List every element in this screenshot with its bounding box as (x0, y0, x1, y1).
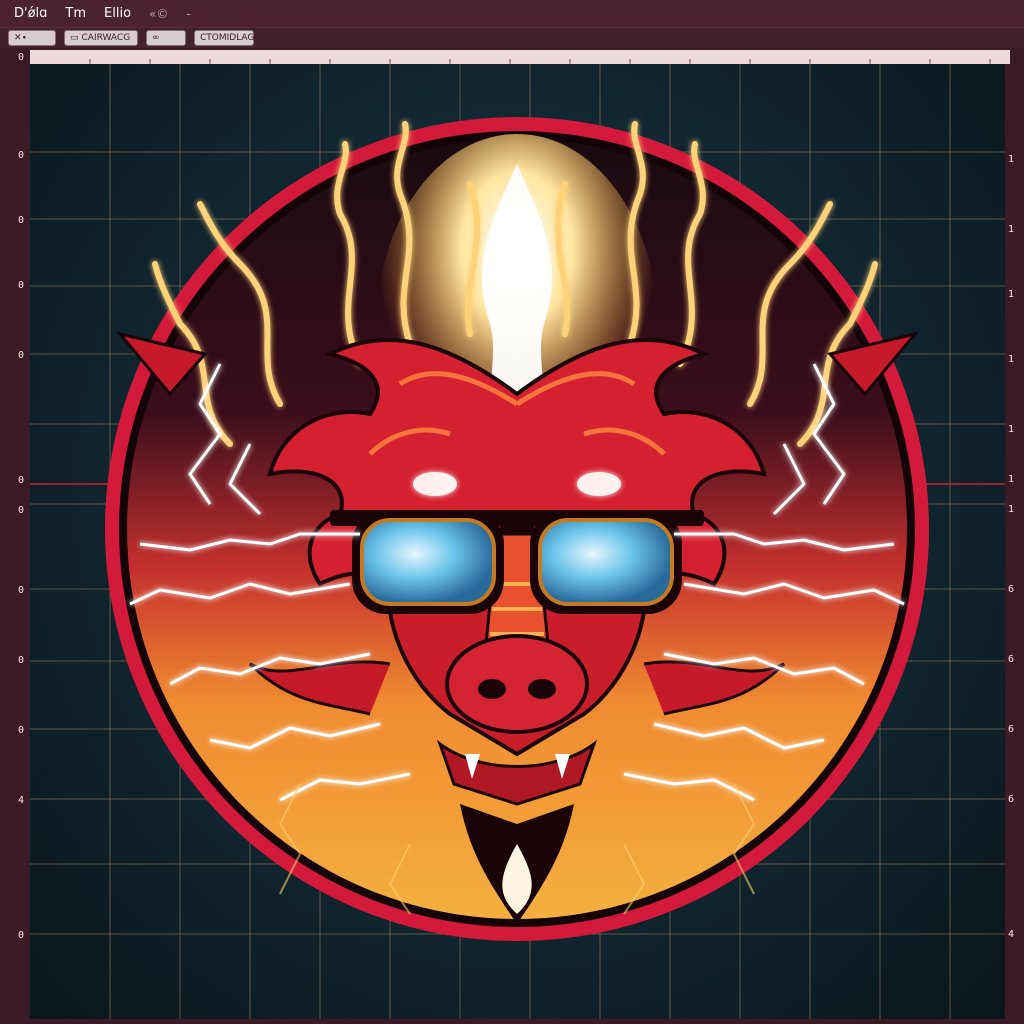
ruler-right-label: 6 (1008, 724, 1015, 735)
menu-item-edit[interactable]: Tm (65, 6, 86, 21)
ruler-right-label: 6 (1008, 654, 1015, 665)
menu-item-view[interactable]: Ellio (104, 6, 131, 21)
dragon-nostril-left (478, 679, 506, 699)
grid-tool-label: CTOMIDLAG (200, 33, 255, 43)
menu-separator: - (186, 6, 191, 21)
ruler-left-label: 0 (18, 350, 25, 361)
editor-window: D'ǿlɑ Tm Ellio «© - ✕∙ ▭ CAIRWACG ∞ CTOM… (0, 0, 1024, 1024)
ruler-left-label: 0 (18, 475, 25, 486)
image-tool-label: CAIRWACG (81, 33, 131, 43)
menu-item-file[interactable]: D'ǿlɑ (14, 6, 47, 21)
ruler-left[interactable]: 0 0 0 0 0 0 0 0 0 0 4 0 (14, 50, 30, 1020)
dragon-eye-left (413, 472, 457, 496)
ruler-left-label: 0 (18, 52, 25, 63)
ruler-left-label: 0 (18, 655, 25, 666)
link-icon: ∞ (152, 33, 160, 43)
close-x-icon: ✕∙ (14, 33, 28, 43)
ruler-right-label: 1 (1008, 154, 1015, 165)
close-tool-button[interactable]: ✕∙ (8, 30, 56, 46)
ruler-left-label: 0 (18, 725, 25, 736)
ruler-right-label: 1 (1008, 289, 1015, 300)
ruler-right-label: 1 (1008, 224, 1015, 235)
ruler-left-label: 0 (18, 505, 25, 516)
ruler-left-label: 0 (18, 930, 25, 941)
dragon-artwork (30, 64, 1005, 1019)
grid-tool-button[interactable]: CTOMIDLAG (194, 30, 254, 46)
ruler-right[interactable]: 1 1 1 1 1 1 1 6 6 6 6 4 (1005, 64, 1024, 1019)
ruler-right-label: 1 (1008, 424, 1015, 435)
ruler-right-label: 1 (1008, 504, 1015, 515)
ruler-left-label: 0 (18, 585, 25, 596)
ruler-top[interactable] (30, 50, 1010, 65)
dragon-nose (445, 634, 589, 734)
image-icon: ▭ (70, 33, 79, 43)
sunglasses-lens-right (538, 518, 674, 606)
dragon-nostril-right (528, 679, 556, 699)
ruler-right-label: 1 (1008, 354, 1015, 365)
ruler-left-label: 0 (18, 280, 25, 291)
dragon-eye-right (577, 472, 621, 496)
ruler-left-label: 0 (18, 215, 25, 226)
link-tool-button[interactable]: ∞ (146, 30, 186, 46)
artboard-canvas[interactable] (30, 64, 1005, 1019)
ruler-right-label: 4 (1008, 929, 1015, 940)
ruler-right-label: 1 (1008, 474, 1015, 485)
menu-bar: D'ǿlɑ Tm Ellio «© - (0, 0, 1024, 28)
ruler-right-label: 6 (1008, 584, 1015, 595)
ruler-right-label: 6 (1008, 794, 1015, 805)
menu-glyph: «© (149, 6, 169, 21)
ruler-left-label: 0 (18, 150, 25, 161)
sunglasses-lens-left (360, 518, 496, 606)
ruler-left-label: 4 (18, 795, 25, 806)
toolbar: ✕∙ ▭ CAIRWACG ∞ CTOMIDLAG (0, 28, 1024, 48)
image-tool-button[interactable]: ▭ CAIRWACG (64, 30, 138, 46)
ruler-top-ticks (89, 59, 991, 65)
